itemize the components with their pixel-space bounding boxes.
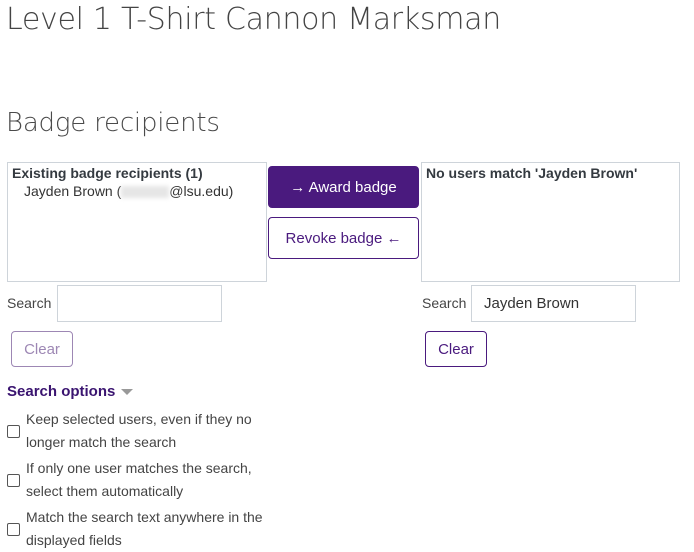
award-badge-button[interactable]: → Award badge <box>268 166 419 208</box>
potential-clear-button[interactable]: Clear <box>425 331 487 367</box>
match-anywhere-checkbox[interactable] <box>7 523 20 536</box>
existing-search-input[interactable] <box>57 285 222 322</box>
potential-search-input[interactable] <box>471 285 636 322</box>
search-option-keep-selected: Keep selected users, even if they no lon… <box>7 408 277 454</box>
existing-recipients-list[interactable]: Existing badge recipients (1) Jayden Bro… <box>7 162 267 282</box>
redacted-email <box>121 186 170 199</box>
existing-recipients-group-label: Existing badge recipients (1) <box>12 165 203 181</box>
search-option-match-anywhere: Match the search text anywhere in the di… <box>7 506 277 552</box>
potential-search-label: Search <box>422 295 467 311</box>
existing-search-label: Search <box>7 295 52 311</box>
search-option-auto-select: If only one user matches the search, sel… <box>7 457 277 503</box>
user-name: Jayden Brown ( <box>24 183 122 199</box>
list-item[interactable]: Jayden Brown ( @lsu.edu) <box>8 183 266 199</box>
keep-selected-checkbox[interactable] <box>7 425 20 438</box>
revoke-badge-button[interactable]: Revoke badge ← <box>268 217 419 259</box>
search-options-label: Search options <box>7 383 116 400</box>
page-title: Level 1 T-Shirt Cannon Marksman <box>6 2 501 37</box>
caret-down-icon <box>121 389 134 396</box>
keep-selected-label: Keep selected users, even if they no lon… <box>26 411 252 450</box>
search-options-toggle[interactable]: Search options <box>7 383 134 400</box>
user-email-domain: @lsu.edu) <box>169 183 234 199</box>
auto-select-checkbox[interactable] <box>7 474 20 487</box>
section-heading: Badge recipients <box>6 108 220 138</box>
auto-select-label: If only one user matches the search, sel… <box>26 460 252 499</box>
potential-recipients-list[interactable]: No users match 'Jayden Brown' <box>421 162 680 282</box>
potential-recipients-group-label: No users match 'Jayden Brown' <box>426 165 638 181</box>
existing-clear-button[interactable]: Clear <box>11 331 73 367</box>
match-anywhere-label: Match the search text anywhere in the di… <box>26 509 263 548</box>
